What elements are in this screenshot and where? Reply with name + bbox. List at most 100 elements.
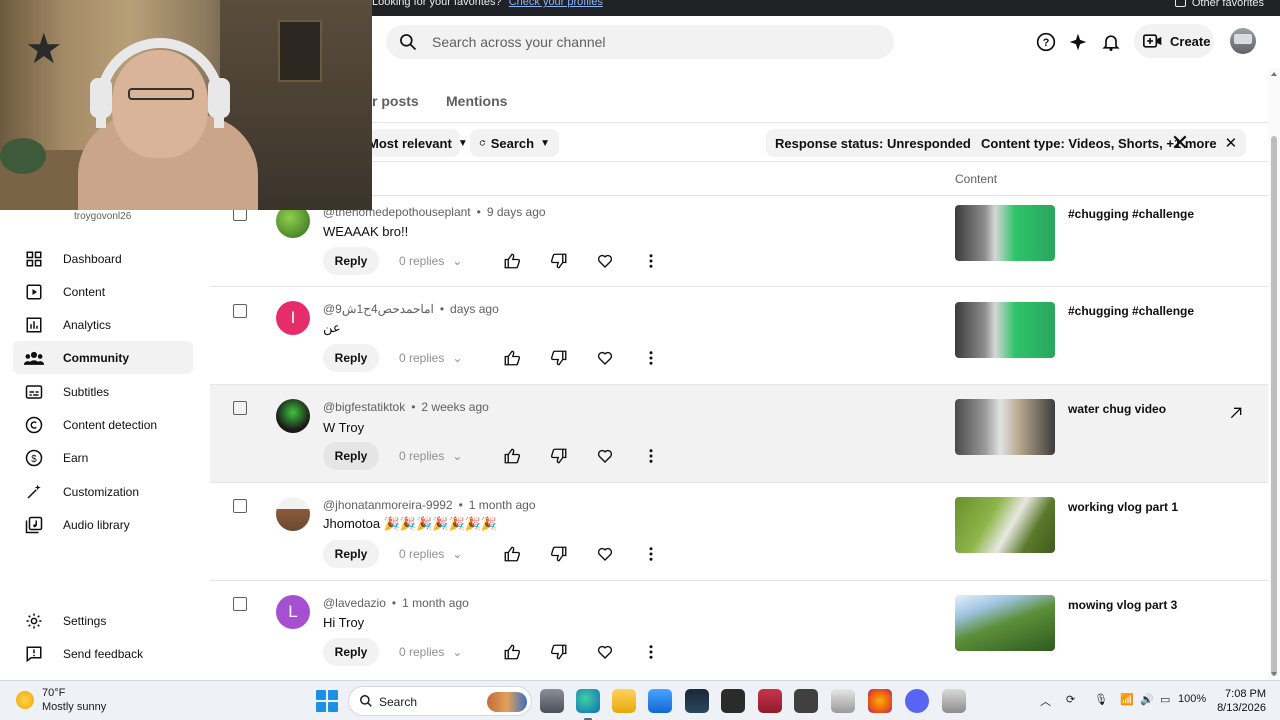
sidebar-item-content-detection[interactable]: Content detection <box>13 408 193 441</box>
open-external-icon[interactable] <box>1228 405 1248 425</box>
firefox-icon[interactable] <box>868 689 892 713</box>
sidebar-item-dashboard[interactable]: Dashboard <box>13 242 193 275</box>
account-avatar[interactable] <box>1230 28 1256 54</box>
content-type-chip[interactable]: Content type: Videos, Shorts, +1 more ✕ <box>972 129 1247 157</box>
row-checkbox[interactable] <box>233 597 247 611</box>
comment-row[interactable]: L @lavedazio • 1 month ago Hi Troy Reply 0… <box>210 581 1268 680</box>
sparkle-icon[interactable] <box>1065 29 1091 55</box>
replies-toggle[interactable]: 0 replies ⌄ <box>399 351 462 365</box>
sidebar-item-settings[interactable]: Settings <box>13 604 193 637</box>
wifi-icon[interactable]: 📶 <box>1120 693 1134 706</box>
sidebar-item-earn[interactable]: $ Earn <box>13 441 193 474</box>
content-thumbnail[interactable] <box>955 302 1055 358</box>
volume-icon[interactable]: 🔊 <box>1140 693 1154 706</box>
content-title[interactable]: water chug video <box>1068 402 1166 416</box>
like-icon[interactable] <box>502 251 522 271</box>
comment-row[interactable]: I @9اماحمدحص4ح1ش • days ago عن Reply 0 rep… <box>210 287 1268 385</box>
comment-author[interactable]: @bigfestatiktok <box>323 400 405 414</box>
dislike-icon[interactable] <box>549 348 569 368</box>
app-icon[interactable] <box>721 689 745 713</box>
app-icon[interactable] <box>831 689 855 713</box>
content-title[interactable]: mowing vlog part 3 <box>1068 598 1177 612</box>
content-thumbnail[interactable] <box>955 497 1055 553</box>
sidebar-item-content[interactable]: Content <box>13 275 193 308</box>
content-title[interactable]: #chugging #challenge <box>1068 207 1194 221</box>
replies-toggle[interactable]: 0 replies ⌄ <box>399 449 462 463</box>
sidebar-item-customization[interactable]: Customization <box>13 475 193 508</box>
battery-icon[interactable]: ▭ <box>1160 693 1170 706</box>
reply-button[interactable]: Reply <box>323 247 379 275</box>
bell-icon[interactable] <box>1098 29 1124 55</box>
clear-filters-close-icon[interactable]: ✕ <box>1170 132 1190 154</box>
app-icon[interactable] <box>942 689 966 713</box>
search-filter-chip[interactable]: Search ▼ <box>470 129 559 157</box>
sidebar-item-analytics[interactable]: Analytics <box>13 308 193 341</box>
more-vert-icon[interactable] <box>641 642 661 662</box>
scroll-down-arrow-icon[interactable] <box>1271 672 1277 676</box>
scroll-up-arrow-icon[interactable] <box>1271 72 1277 76</box>
more-vert-icon[interactable] <box>641 251 661 271</box>
heart-icon[interactable] <box>595 642 615 662</box>
content-thumbnail[interactable] <box>955 399 1055 455</box>
sidebar-item-subtitles[interactable]: Subtitles <box>13 375 193 408</box>
chevron-up-icon[interactable]: ︿ <box>1040 693 1051 709</box>
heart-icon[interactable] <box>595 446 615 466</box>
heart-icon[interactable] <box>595 544 615 564</box>
file-explorer-icon[interactable] <box>612 689 636 713</box>
replies-toggle[interactable]: 0 replies ⌄ <box>399 254 462 268</box>
reply-button[interactable]: Reply <box>323 540 379 568</box>
create-button[interactable]: Create <box>1134 24 1214 58</box>
tab-your-posts[interactable]: r posts <box>372 93 419 109</box>
like-icon[interactable] <box>502 642 522 662</box>
heart-icon[interactable] <box>595 348 615 368</box>
check-profiles-link[interactable]: Check your profiles <box>509 0 603 8</box>
commenter-avatar[interactable]: L <box>276 595 310 629</box>
tab-mentions[interactable]: Mentions <box>446 93 507 109</box>
commenter-avatar[interactable]: I <box>276 301 310 335</box>
more-vert-icon[interactable] <box>641 544 661 564</box>
comment-row[interactable]: @bigfestatiktok • 2 weeks ago W Troy Reply… <box>210 385 1268 483</box>
like-icon[interactable] <box>502 348 522 368</box>
task-view-icon[interactable] <box>540 689 564 713</box>
replies-toggle[interactable]: 0 replies ⌄ <box>399 645 462 659</box>
dislike-icon[interactable] <box>549 642 569 662</box>
more-vert-icon[interactable] <box>641 348 661 368</box>
channel-search[interactable]: Search across your channel <box>386 25 894 59</box>
dislike-icon[interactable] <box>549 251 569 271</box>
content-title[interactable]: working vlog part 1 <box>1068 500 1178 514</box>
microphone-icon[interactable]: 🎙 <box>1094 693 1108 706</box>
commenter-avatar[interactable] <box>276 399 310 433</box>
content-title[interactable]: #chugging #challenge <box>1068 304 1194 318</box>
response-status-chip[interactable]: Response status: Unresponded✕ <box>766 129 1001 157</box>
sort-dropdown[interactable]: Most relevant ▼ <box>368 129 468 157</box>
like-icon[interactable] <box>502 544 522 564</box>
comment-row[interactable]: @jhonatanmoreira-9992 • 1 month ago Jhomot… <box>210 483 1268 581</box>
app-icon[interactable] <box>758 689 782 713</box>
remove-filter-icon[interactable]: ✕ <box>1225 134 1238 152</box>
more-vert-icon[interactable] <box>641 446 661 466</box>
reply-button[interactable]: Reply <box>323 442 379 470</box>
content-thumbnail[interactable] <box>955 205 1055 261</box>
comment-author[interactable]: @lavedazio <box>323 596 386 610</box>
sidebar-item-audio-library[interactable]: Audio library <box>13 508 193 541</box>
row-checkbox[interactable] <box>233 401 247 415</box>
content-thumbnail[interactable] <box>955 595 1055 651</box>
reply-button[interactable]: Reply <box>323 344 379 372</box>
replies-toggle[interactable]: 0 replies ⌄ <box>399 547 462 561</box>
dislike-icon[interactable] <box>549 544 569 564</box>
help-icon[interactable]: ? <box>1033 29 1059 55</box>
sidebar-item-send-feedback[interactable]: Send feedback <box>13 637 193 670</box>
like-icon[interactable] <box>502 446 522 466</box>
comment-author[interactable]: @9اماحمدحص4ح1ش <box>323 302 434 316</box>
system-clock[interactable]: 7:08 PM 8/13/2026 <box>1214 687 1266 715</box>
dislike-icon[interactable] <box>549 446 569 466</box>
search-input[interactable]: Search across your channel <box>432 34 606 50</box>
row-checkbox[interactable] <box>233 499 247 513</box>
page-scrollbar[interactable] <box>1268 68 1280 680</box>
comment-author[interactable]: @jhonatanmoreira-9992 <box>323 498 453 512</box>
steam-icon[interactable] <box>685 689 709 713</box>
discord-icon[interactable] <box>905 689 929 713</box>
reply-button[interactable]: Reply <box>323 638 379 666</box>
commenter-avatar[interactable] <box>276 497 310 531</box>
row-checkbox[interactable] <box>233 304 247 318</box>
